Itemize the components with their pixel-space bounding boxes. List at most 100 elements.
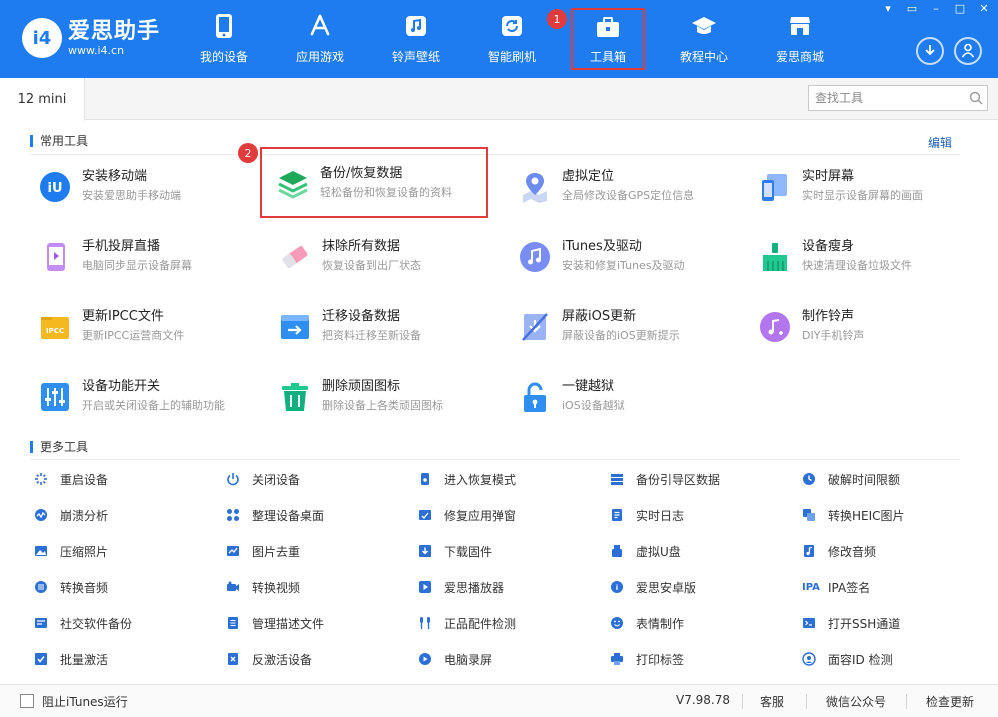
search-box <box>808 85 988 111</box>
more-item-fix-popup[interactable]: 修复应用弹窗 <box>418 505 598 525</box>
tool-desc: 电脑同步显示设备屏幕 <box>82 259 192 272</box>
migrate-icon <box>278 310 312 344</box>
more-item-i4-android[interactable]: i 爱思安卓版 <box>610 577 790 597</box>
tool-backup-restore[interactable]: 备份/恢复数据 轻松备份和恢复设备的资料 <box>260 147 488 218</box>
tool-desc: DIY手机铃声 <box>802 329 865 342</box>
more-item-shutdown[interactable]: 关闭设备 <box>226 469 406 489</box>
log-icon <box>610 508 624 522</box>
more-item-realtime-log[interactable]: 实时日志 <box>610 505 790 525</box>
block-itunes-label[interactable]: 阻止iTunes运行 <box>42 693 128 710</box>
tool-desc: 轻松备份和恢复设备的资料 <box>320 186 452 199</box>
more-item-screen-record[interactable]: 电脑录屏 <box>418 649 598 669</box>
tool-erase-data[interactable]: 抹除所有数据 恢复设备到出厂状态 <box>278 238 508 288</box>
more-item-social-backup[interactable]: 社交软件备份 <box>34 613 214 633</box>
nav-my-device[interactable]: 我的设备 <box>176 0 272 78</box>
divider <box>30 459 960 460</box>
more-item-label: 实时日志 <box>636 508 685 523</box>
more-item-print-label[interactable]: 打印标签 <box>610 649 790 669</box>
more-item-label: 爱思播放器 <box>444 580 505 595</box>
tool-block-ios-update[interactable]: 屏蔽iOS更新 屏蔽设备的iOS更新提示 <box>518 308 748 358</box>
more-item-label: 修改音频 <box>828 544 877 559</box>
more-item-convert-audio[interactable]: 转换音频 <box>34 577 214 597</box>
separator <box>742 694 743 709</box>
separator <box>906 694 907 709</box>
search-input[interactable] <box>809 87 965 109</box>
photo-icon <box>34 544 48 558</box>
more-item-recovery-mode[interactable]: 进入恢复模式 <box>418 469 598 489</box>
more-item-label: 打开SSH通道 <box>828 616 901 631</box>
more-item-emoji-maker[interactable]: 表情制作 <box>610 613 790 633</box>
tool-screen-cast[interactable]: 手机投屏直播 电脑同步显示设备屏幕 <box>38 238 268 288</box>
more-item-crash-analysis[interactable]: 崩溃分析 <box>34 505 214 525</box>
more-item-convert-video[interactable]: 转换视频 <box>226 577 406 597</box>
more-item-organize-desktop[interactable]: 整理设备桌面 <box>226 505 406 525</box>
more-item-virtual-udisk[interactable]: 虚拟U盘 <box>610 541 790 561</box>
download-icon <box>923 43 937 60</box>
more-item-crack-time-limit[interactable]: 破解时间限额 <box>802 469 982 489</box>
more-item-manage-profiles[interactable]: 管理描述文件 <box>226 613 406 633</box>
nav-apps-games[interactable]: 应用游戏 <box>272 0 368 78</box>
tool-name: 手机投屏直播 <box>82 239 161 254</box>
tool-itunes-driver[interactable]: iTunes及驱动 安装和修复iTunes及驱动 <box>518 238 748 288</box>
tool-device-slim[interactable]: 设备瘦身 快速清理设备垃圾文件 <box>758 238 988 288</box>
screen-mirror-icon <box>758 170 792 204</box>
more-item-label: 崩溃分析 <box>60 508 109 523</box>
app-logo[interactable]: i4 爱思助手 www.i4.cn <box>22 18 160 58</box>
more-item-face-id-check[interactable]: 面容ID 检测 <box>802 649 982 669</box>
tool-realtime-screen[interactable]: 实时屏幕 实时显示设备屏幕的画面 <box>758 168 988 218</box>
phone-icon <box>210 12 238 40</box>
tool-feature-switch[interactable]: 设备功能开关 开启或关闭设备上的辅助功能 <box>38 378 268 428</box>
search-icon[interactable] <box>965 91 987 105</box>
nav-toolbox[interactable]: 工具箱 <box>571 8 645 70</box>
more-item-label: 正品配件检测 <box>444 616 517 631</box>
tool-name: 更新IPCC文件 <box>82 309 164 324</box>
block-itunes-checkbox[interactable] <box>20 694 34 708</box>
wechat-link[interactable]: 微信公众号 <box>826 693 886 710</box>
download-button[interactable] <box>916 37 944 65</box>
maximize-icon[interactable]: □ <box>952 0 968 16</box>
tool-migrate-data[interactable]: 迁移设备数据 把资料迁移至新设备 <box>278 308 508 358</box>
more-item-i4-player[interactable]: 爱思播放器 <box>418 577 598 597</box>
more-item-ipa-sign[interactable]: IPA IPA签名 <box>802 577 982 597</box>
device-tab[interactable]: 12 mini <box>0 78 85 121</box>
more-item-deactivate-device[interactable]: 反激活设备 <box>226 649 406 669</box>
nav-smart-flash[interactable]: 智能刷机 <box>464 0 560 78</box>
tool-make-ringtone[interactable]: 制作铃声 DIY手机铃声 <box>758 308 988 358</box>
tool-install-mobile[interactable]: iU 安装移动端 安装爱思助手移动端 <box>38 168 268 218</box>
eraser-icon <box>278 240 312 274</box>
fix-popup-icon <box>418 508 432 522</box>
main-nav: 我的设备 应用游戏 铃声壁纸 智能刷机 工具箱 教程中心 爱思商城 <box>176 0 848 78</box>
tool-name: 虚拟定位 <box>562 169 615 184</box>
close-icon[interactable]: ✕ <box>976 0 992 16</box>
more-item-convert-heic[interactable]: 转换HEIC图片 <box>802 505 982 525</box>
nav-shop[interactable]: 爱思商城 <box>752 0 848 78</box>
batch-activate-icon <box>34 652 48 666</box>
tool-update-ipcc[interactable]: IPCC 更新IPCC文件 更新IPCC运营商文件 <box>38 308 268 358</box>
more-item-dedupe-images[interactable]: 图片去重 <box>226 541 406 561</box>
menu-icon[interactable]: ▭ <box>904 0 920 16</box>
more-item-download-firmware[interactable]: 下载固件 <box>418 541 598 561</box>
edit-link[interactable]: 编辑 <box>928 134 952 151</box>
tool-virtual-location[interactable]: 虚拟定位 全局修改设备GPS定位信息 <box>518 168 748 218</box>
more-item-accessory-check[interactable]: 正品配件检测 <box>418 613 598 633</box>
check-update-link[interactable]: 检查更新 <box>926 693 974 710</box>
more-item-label: 图片去重 <box>252 544 301 559</box>
user-account-button[interactable] <box>954 37 982 65</box>
nav-ringtones-wallpapers[interactable]: 铃声壁纸 <box>368 0 464 78</box>
more-item-label: 打印标签 <box>636 652 685 667</box>
tool-remove-stubborn-icons[interactable]: 删除顽固图标 删除设备上各类顽固图标 <box>278 378 508 428</box>
customer-service-link[interactable]: 客服 <box>760 693 784 710</box>
ringtone-icon <box>758 310 792 344</box>
more-item-edit-audio[interactable]: 修改音频 <box>802 541 982 561</box>
more-item-restart[interactable]: 重启设备 <box>34 469 214 489</box>
common-tools-title: 常用工具 <box>30 135 88 147</box>
tool-jailbreak[interactable]: 一键越狱 iOS设备越狱 <box>518 378 748 428</box>
skin-icon[interactable]: ▾ <box>880 0 896 16</box>
more-item-batch-activate[interactable]: 批量激活 <box>34 649 214 669</box>
more-item-compress-photos[interactable]: 压缩照片 <box>34 541 214 561</box>
minimize-icon[interactable]: – <box>928 0 944 16</box>
more-item-open-ssh[interactable]: 打开SSH通道 <box>802 613 982 633</box>
more-item-backup-boot[interactable]: 备份引导区数据 <box>610 469 790 489</box>
logo-badge: i4 <box>22 18 62 58</box>
nav-tutorials[interactable]: 教程中心 <box>656 0 752 78</box>
